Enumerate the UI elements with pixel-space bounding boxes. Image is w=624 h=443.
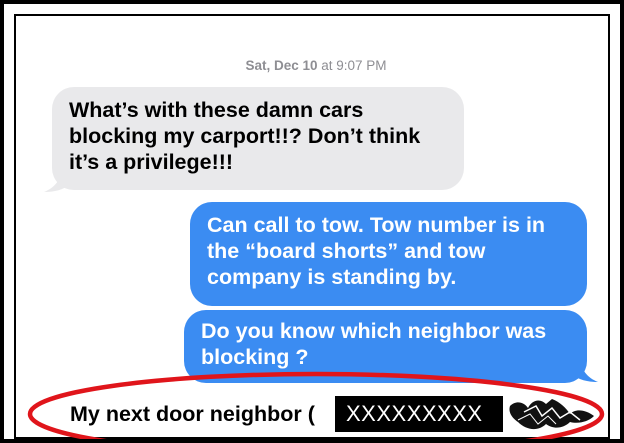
screenshot-frame: Sat, Dec 10 at 9:07 PM What’s with these…: [0, 0, 624, 443]
scribble-redaction: [509, 399, 594, 430]
annotation-overlay: [27, 371, 605, 439]
